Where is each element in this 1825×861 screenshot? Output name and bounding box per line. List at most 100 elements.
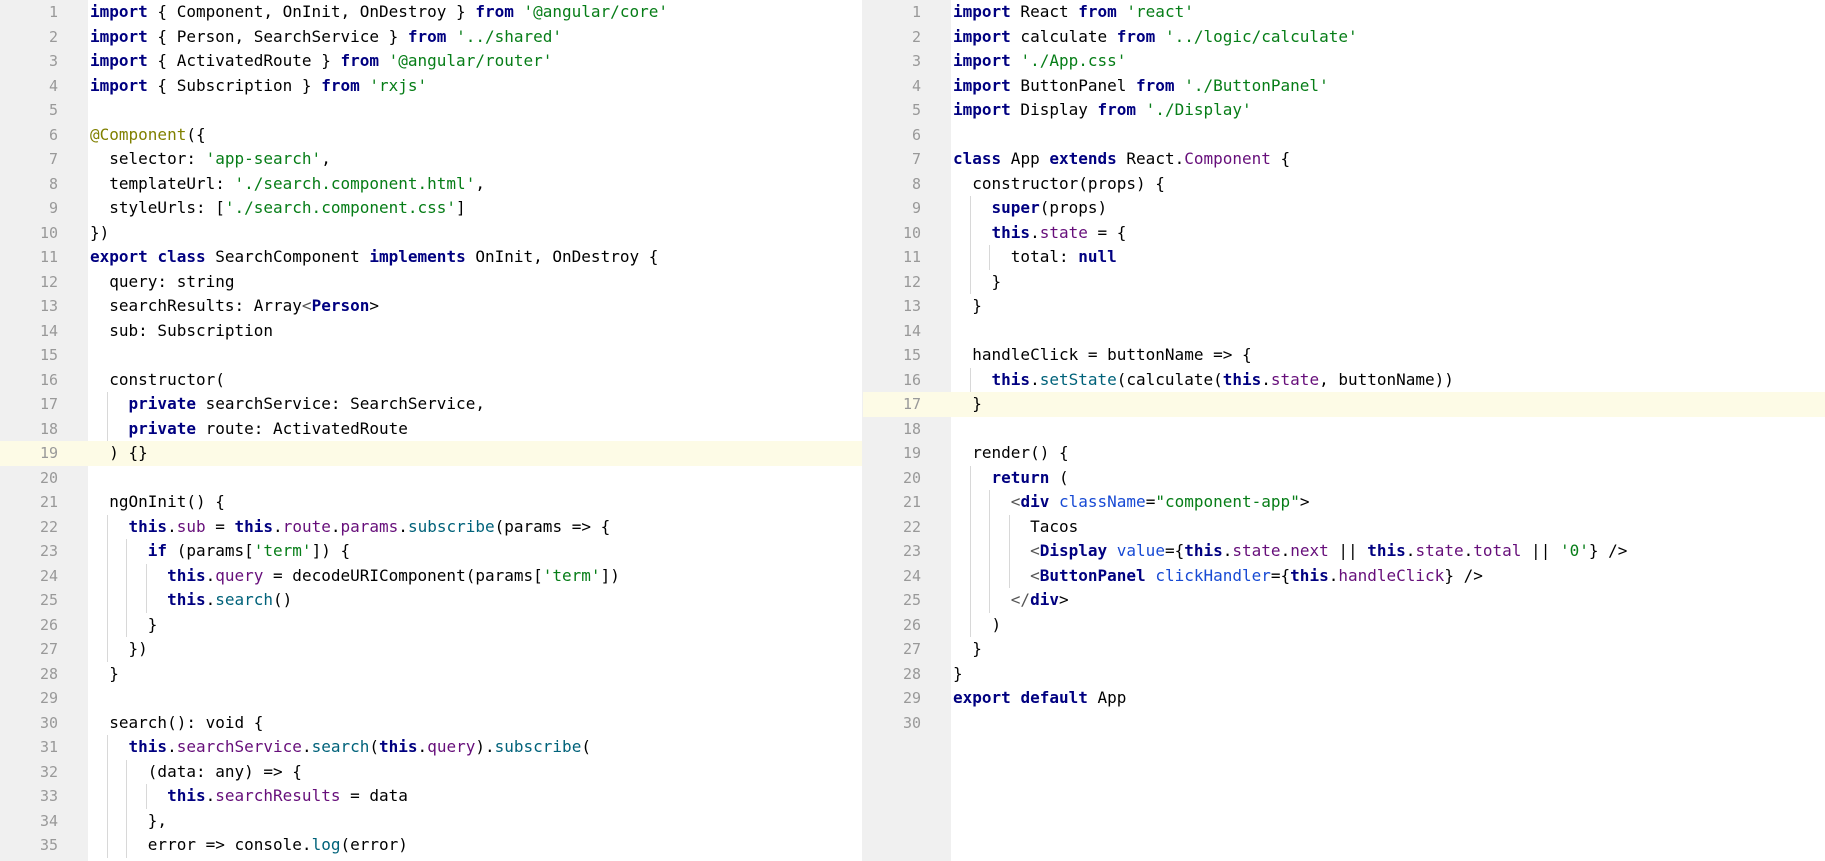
code-text: templateUrl: './search.component.html',	[90, 173, 485, 193]
code-text: },	[90, 810, 168, 830]
code-line[interactable]: 26 }	[0, 612, 862, 637]
code-line[interactable]: 22 this.sub = this.route.params.subscrib…	[0, 514, 862, 539]
code-line[interactable]: 11 total: null	[863, 245, 1825, 270]
code-line[interactable]: 2 import calculate from '../logic/calcula…	[863, 25, 1825, 50]
code-line[interactable]: 31 this.searchService.search(this.query)…	[0, 735, 862, 760]
code-line[interactable]: 21 ngOnInit() {	[0, 490, 862, 515]
code-line[interactable]: 13 searchResults: Array<Person>	[0, 294, 862, 319]
code-line[interactable]: 3 import './App.css'	[863, 49, 1825, 74]
code-line[interactable]: 23 if (params['term']) {	[0, 539, 862, 564]
code-text: styleUrls: ['./search.component.css']	[90, 198, 466, 217]
code-line[interactable]: 32 (data: any) => {	[0, 759, 862, 784]
code-line[interactable]: 24 <ButtonPanel clickHandler={this.handl…	[863, 563, 1825, 588]
line-number: 8	[48, 174, 58, 193]
code-line[interactable]: 29 export default App	[863, 686, 1825, 711]
code-text: render() {	[953, 443, 1069, 462]
code-line[interactable]: 8 templateUrl: './search.component.html'…	[0, 172, 862, 197]
code-line[interactable]: 21 <div className="component-app">	[863, 490, 1825, 515]
line-number: 19	[902, 444, 921, 462]
code-line[interactable]: 15 handleClick = buttonName => {	[863, 343, 1825, 368]
left-editor-pane[interactable]: 1 import { Component, OnInit, OnDestroy }…	[0, 0, 862, 861]
line-number: 12	[902, 272, 921, 291]
code-line[interactable]: 34 },	[0, 808, 862, 833]
line-number: 1	[48, 3, 58, 21]
line-number: 10	[902, 223, 921, 242]
line-number: 9	[48, 199, 58, 217]
code-line[interactable]: 14 sub: Subscription	[0, 319, 862, 344]
code-text: ) {}	[90, 443, 148, 462]
code-line[interactable]: 2 import { Person, SearchService } from '…	[0, 25, 862, 50]
code-area[interactable]: 1 import { Component, OnInit, OnDestroy }…	[0, 0, 862, 861]
code-line[interactable]: 1 import React from 'react'	[863, 0, 1825, 25]
code-line[interactable]: 25 this.search()	[0, 588, 862, 613]
code-line[interactable]: 10 this.state = {	[863, 220, 1825, 245]
code-line[interactable]: 5	[0, 98, 862, 123]
code-line[interactable]: 8 constructor(props) {	[863, 172, 1825, 197]
code-text: }	[953, 394, 982, 413]
code-text: import ButtonPanel from './ButtonPanel'	[953, 75, 1329, 95]
code-line[interactable]: 30 search(): void {	[0, 711, 862, 736]
code-line[interactable]: 18 private route: ActivatedRoute	[0, 416, 862, 441]
line-number: 23	[39, 542, 58, 560]
code-line[interactable]: 20 return (	[863, 465, 1825, 490]
code-text: }	[90, 663, 119, 683]
code-line[interactable]: 7 class App extends React.Component {	[863, 147, 1825, 172]
code-line[interactable]: 11 export class SearchComponent implement…	[0, 245, 862, 270]
code-line[interactable]: 12 }	[863, 269, 1825, 294]
code-text: if (params['term']) {	[147, 541, 351, 560]
code-line[interactable]: 13 }	[863, 294, 1825, 319]
code-line[interactable]: 9 styleUrls: ['./search.component.css']	[0, 196, 862, 221]
code-line[interactable]: 3 import { ActivatedRoute } from '@angula…	[0, 49, 862, 74]
code-line[interactable]: 18	[863, 417, 1825, 442]
code-line[interactable]: 1 import { Component, OnInit, OnDestroy }…	[0, 0, 862, 25]
code-line[interactable]: 5 import Display from './Display'	[863, 98, 1825, 123]
code-line[interactable]: 14	[863, 319, 1825, 344]
right-editor-pane[interactable]: 1 import React from 'react' 2 import calcul…	[862, 0, 1825, 861]
line-number: 23	[902, 542, 921, 560]
code-line[interactable]: 26 )	[863, 612, 1825, 637]
code-line[interactable]: 6 @Component({	[0, 123, 862, 148]
code-line[interactable]: 10})	[0, 221, 862, 246]
code-line[interactable]: 24 this.query = decodeURIComponent(param…	[0, 563, 862, 588]
code-text: }	[953, 271, 1002, 291]
code-text: </div>	[1010, 590, 1069, 609]
code-text: import { Component, OnInit, OnDestroy } …	[90, 2, 668, 21]
code-line[interactable]: 22 Tacos	[863, 514, 1825, 539]
code-line[interactable]: 17 }	[863, 392, 1825, 417]
code-line[interactable]: 19 render() {	[863, 441, 1825, 466]
code-line[interactable]: 9 super(props)	[863, 196, 1825, 221]
code-line[interactable]: 7 selector: 'app-search',	[0, 147, 862, 172]
code-area[interactable]: 1 import React from 'react' 2 import calcul…	[863, 0, 1825, 857]
code-text: export default App	[953, 688, 1127, 707]
code-text: error => console.log(error)	[90, 835, 408, 854]
code-line[interactable]: 33 this.searchResults = data	[0, 784, 862, 809]
line-number: 24	[902, 566, 921, 585]
code-line[interactable]: 4 import { Subscription } from 'rxjs'	[0, 74, 862, 99]
code-line[interactable]: 20	[0, 466, 862, 491]
code-line[interactable]: 23 <Display value={this.state.next || th…	[863, 539, 1825, 564]
code-line[interactable]: 27 })	[0, 637, 862, 662]
line-number: 28	[902, 664, 921, 683]
code-line[interactable]: 16 this.setState(calculate(this.state, b…	[863, 367, 1825, 392]
code-line[interactable]: 35 error => console.log(error)	[0, 833, 862, 858]
code-text: this.sub = this.route.params.subscribe(p…	[128, 516, 611, 536]
code-line[interactable]: 27 }	[863, 637, 1825, 662]
code-line[interactable]: 29	[0, 686, 862, 711]
line-number: 25	[902, 591, 921, 609]
code-line[interactable]: 16 constructor(	[0, 368, 862, 393]
code-line[interactable]: 6	[863, 123, 1825, 148]
code-line[interactable]: 4 import ButtonPanel from './ButtonPanel'	[863, 74, 1825, 99]
code-line[interactable]: 17 private searchService: SearchService,	[0, 392, 862, 417]
code-line[interactable]: 12 query: string	[0, 270, 862, 295]
code-text: })	[90, 222, 110, 242]
code-line[interactable]: 28}	[863, 662, 1825, 687]
line-number: 31	[39, 738, 58, 756]
line-number: 4	[911, 76, 921, 95]
code-line[interactable]: 28 }	[0, 662, 862, 687]
code-line[interactable]: 30	[863, 711, 1825, 736]
code-line[interactable]: 25 </div>	[863, 588, 1825, 613]
code-text: import calculate from '../logic/calculat…	[953, 26, 1358, 46]
line-number: 10	[39, 223, 58, 242]
code-line[interactable]: 19 ) {}	[0, 441, 862, 466]
code-line[interactable]: 15	[0, 343, 862, 368]
